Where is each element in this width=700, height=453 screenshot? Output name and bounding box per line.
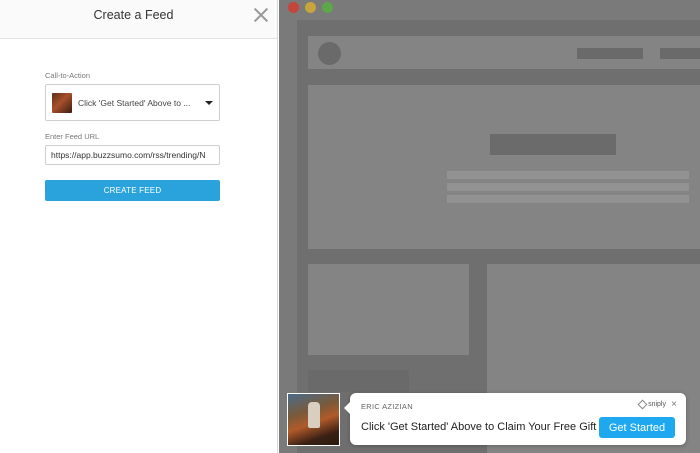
cta-thumbnail — [52, 93, 72, 113]
feed-url-input[interactable] — [45, 145, 220, 165]
window-close-dot — [288, 2, 299, 13]
placeholder-text-line — [447, 171, 689, 179]
caret-down-icon — [205, 101, 213, 105]
placeholder-nav-item — [577, 48, 643, 59]
cta-close-icon[interactable]: × — [671, 399, 677, 411]
placeholder-hero — [308, 85, 700, 249]
sniply-cta-card: ERIC AZIZIAN sniply × Click 'Get Started… — [344, 393, 686, 445]
pointer-arrow — [344, 402, 350, 414]
cta-message: Click 'Get Started' Above to Claim Your … — [361, 421, 597, 433]
placeholder-button — [308, 370, 409, 392]
placeholder-nav-item — [660, 48, 700, 59]
placeholder-text-line — [447, 183, 689, 191]
cta-selected-value: Click 'Get Started' Above to ... — [78, 98, 191, 108]
cta-author: ERIC AZIZIAN — [361, 402, 413, 411]
create-feed-panel: Create a Feed Call-to-Action Click 'Get … — [0, 0, 278, 453]
browser-preview — [279, 0, 700, 453]
create-feed-button[interactable]: CREATE FEED — [45, 180, 220, 201]
panel-title: Create a Feed — [93, 8, 174, 22]
panel-header: Create a Feed — [0, 0, 277, 39]
window-maximize-dot — [322, 2, 333, 13]
sniply-logo-icon — [637, 399, 648, 410]
cta-select[interactable]: Click 'Get Started' Above to ... — [45, 84, 220, 121]
close-icon[interactable] — [253, 7, 269, 23]
placeholder-avatar — [318, 42, 341, 65]
brand-name: sniply — [648, 401, 666, 408]
placeholder-card — [308, 264, 469, 355]
author-photo — [287, 393, 340, 446]
sniply-brand: sniply — [637, 399, 666, 410]
feed-url-label: Enter Feed URL — [45, 132, 100, 141]
preview-page — [297, 20, 700, 453]
placeholder-hero-button — [490, 134, 616, 155]
get-started-button[interactable]: Get Started — [599, 417, 675, 438]
placeholder-text-line — [447, 195, 689, 203]
window-minimize-dot — [305, 2, 316, 13]
person-icon — [308, 402, 320, 428]
cta-label: Call-to-Action — [45, 71, 91, 80]
